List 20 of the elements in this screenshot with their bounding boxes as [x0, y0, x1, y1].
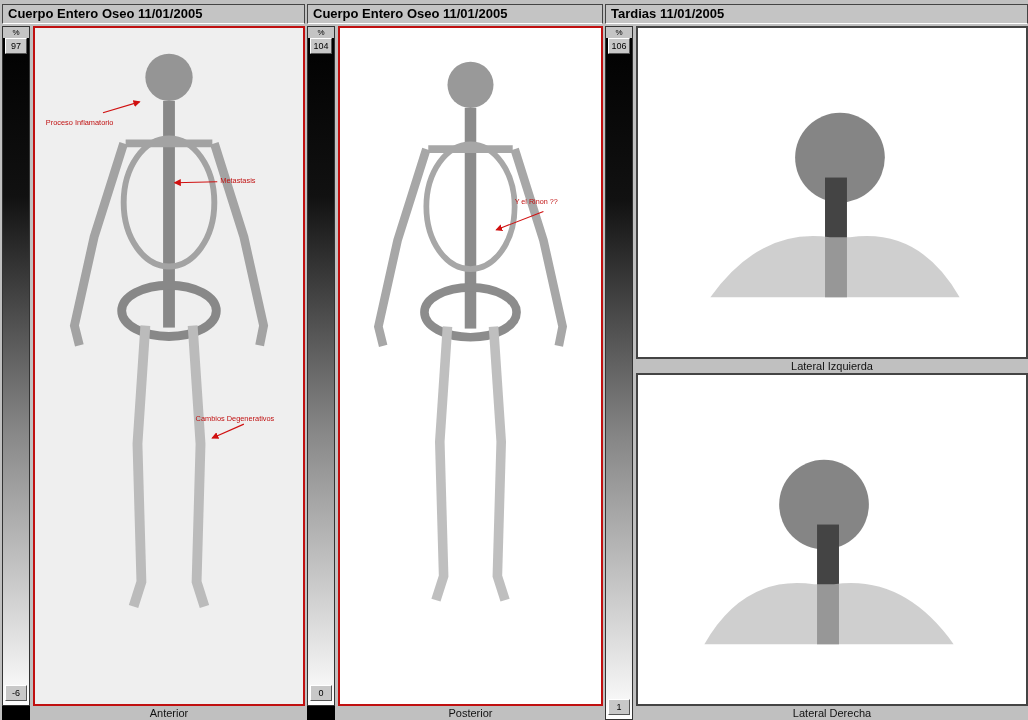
scale-min-value: 0	[310, 685, 332, 701]
annotation-arrow	[211, 423, 245, 439]
annotation-arrow	[173, 179, 218, 187]
scan-image[interactable]	[636, 26, 1028, 359]
scale-unit: %	[606, 27, 632, 38]
scale-footer-block	[307, 706, 335, 720]
panel-title: Tardias 11/01/2005	[605, 4, 1028, 24]
scale-max-value: 97	[5, 38, 27, 54]
scale-max-value: 104	[310, 38, 332, 54]
scale-unit: %	[308, 27, 334, 38]
panel-title: Cuerpo Entero Oseo 11/01/2005	[2, 4, 305, 24]
scale-max-value: 106	[608, 38, 630, 54]
scan-image[interactable]	[636, 373, 1028, 706]
scale-footer-block	[2, 706, 30, 720]
scale-min-value: 1	[608, 699, 630, 715]
annotation-arrow	[495, 210, 544, 231]
annotation-arrow	[102, 100, 141, 114]
scale-unit: %	[3, 27, 29, 38]
panel-title: Cuerpo Entero Oseo 11/01/2005	[307, 4, 603, 24]
scale-min-value: -6	[5, 685, 27, 701]
